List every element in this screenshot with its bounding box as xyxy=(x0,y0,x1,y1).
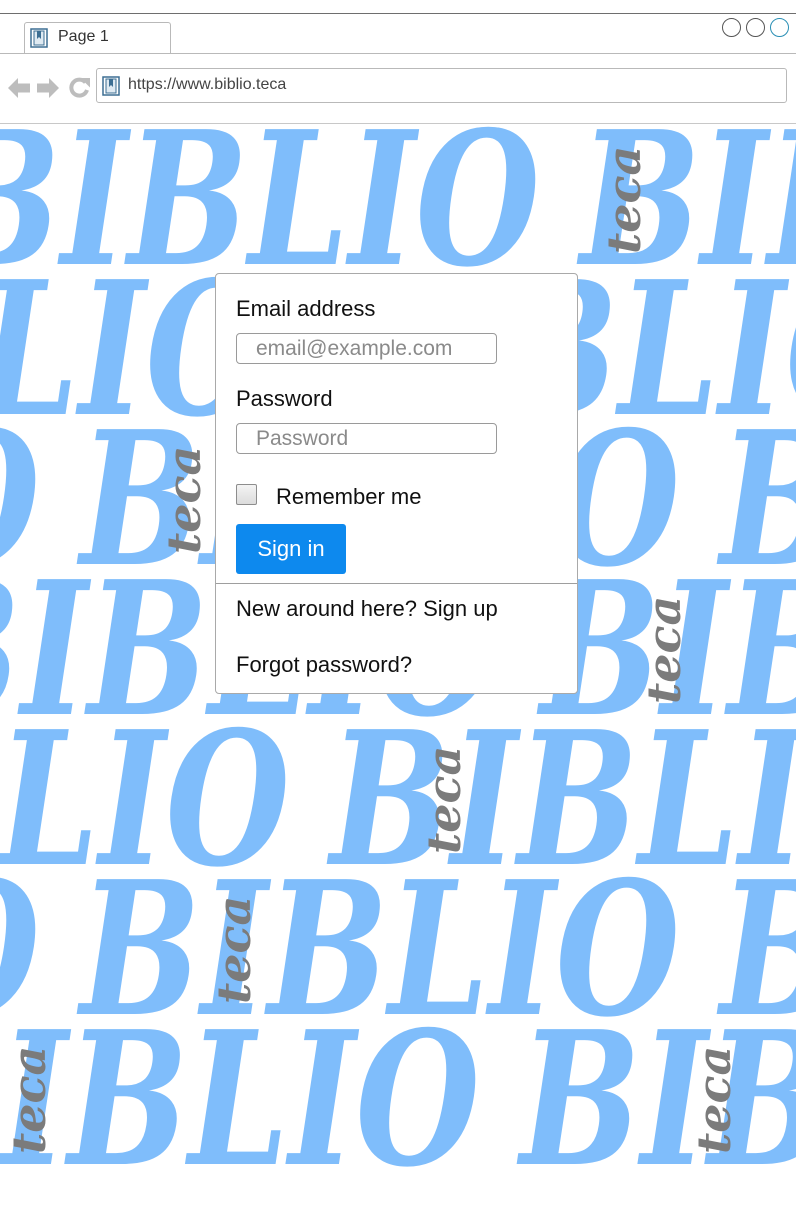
wordmark-biblio: BIBLIO xyxy=(516,990,796,1208)
card-divider xyxy=(216,583,577,584)
url-text: https://www.biblio.teca xyxy=(128,76,287,93)
window-top-border xyxy=(0,13,796,14)
sign-in-button[interactable]: Sign in xyxy=(236,524,346,574)
password-label: Password xyxy=(236,386,333,411)
address-bar[interactable]: https://www.biblio.teca xyxy=(96,68,787,103)
wordmark-teca: teca xyxy=(597,146,651,254)
login-card: Email address Password Remember me Sign … xyxy=(215,273,578,694)
forgot-password-link[interactable]: Forgot password? xyxy=(236,652,412,678)
reload-icon[interactable] xyxy=(67,74,91,102)
password-input[interactable] xyxy=(236,423,497,454)
tab-strip-border xyxy=(0,53,796,54)
sign-up-link[interactable]: New around here? Sign up xyxy=(236,596,498,622)
wordmark-teca: teca xyxy=(157,446,211,554)
browser-tab[interactable]: Page 1 xyxy=(24,22,171,53)
remember-me-label: Remember me xyxy=(276,484,422,509)
wordmark-teca: teca xyxy=(207,896,261,1004)
window-close-button[interactable] xyxy=(770,18,789,37)
wordmark-biblio: BIBLIO xyxy=(0,990,480,1208)
wordmark-teca: teca xyxy=(687,1046,741,1154)
window-maximize-button[interactable] xyxy=(746,18,765,37)
wordmark-teca: teca xyxy=(2,1046,56,1154)
window-minimize-button[interactable] xyxy=(722,18,741,37)
bookmark-page-icon xyxy=(102,76,120,96)
arrow-right-icon[interactable] xyxy=(36,74,60,102)
wordmark-teca: teca xyxy=(417,746,471,854)
arrow-left-icon[interactable] xyxy=(7,74,31,102)
remember-me-checkbox[interactable] xyxy=(236,484,257,505)
bookmark-page-icon xyxy=(30,28,48,48)
email-input[interactable] xyxy=(236,333,497,364)
email-label: Email address xyxy=(236,296,376,321)
tab-title: Page 1 xyxy=(58,28,109,45)
wordmark-teca: teca xyxy=(637,596,691,704)
